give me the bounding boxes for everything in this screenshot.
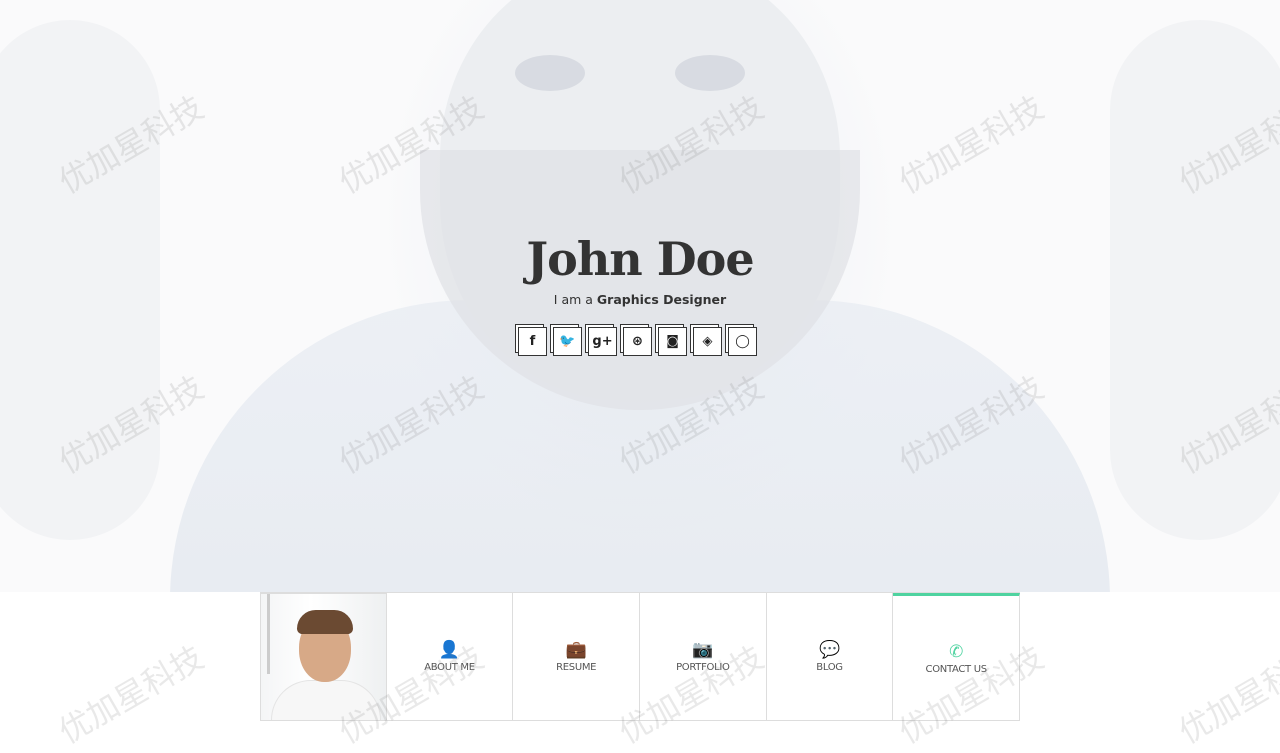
github-icon: ◯: [735, 334, 750, 349]
nav-item-label: CONTACT US: [925, 663, 988, 675]
twitter-link[interactable]: 🐦: [553, 327, 582, 356]
twitter-icon: 🐦: [559, 334, 576, 349]
watermark: 优加星科技: [52, 638, 210, 752]
nav-item-label: BLOG: [816, 662, 843, 673]
instagram-icon: ◙: [666, 334, 679, 349]
profile-photo: [260, 593, 387, 721]
facebook-icon: f: [529, 334, 536, 349]
github-link[interactable]: ◯: [728, 327, 757, 356]
google-plus-icon: g+: [592, 334, 613, 349]
hero-tagline: I am a Graphics Designer: [553, 292, 727, 307]
camera-icon: 📷: [692, 640, 714, 660]
main-nav: 👤 ABOUT ME 💼 RESUME 📷 PORTFOLIO 💬 BLOG ✆ CONTACT …: [260, 592, 1021, 721]
hero-role: Graphics Designer: [596, 292, 727, 307]
codepen-link[interactable]: ◈: [693, 327, 722, 356]
nav-item-label: ABOUT ME: [424, 662, 475, 673]
background-photo-eye: [515, 55, 585, 91]
instagram-link[interactable]: ◙: [658, 327, 687, 356]
user-icon: 👤: [438, 640, 461, 660]
nav-item-resume[interactable]: 💼 RESUME: [513, 593, 641, 721]
facebook-link[interactable]: f: [518, 327, 547, 356]
codepen-icon: ◈: [702, 334, 713, 349]
background-photo-eye: [675, 55, 745, 91]
comments-icon: 💬: [818, 640, 841, 660]
dribbble-link[interactable]: ⊛: [623, 327, 652, 356]
dribbble-icon: ⊛: [632, 334, 643, 349]
watermark: 优加星科技: [1172, 638, 1280, 752]
hero-name: John Doe: [526, 232, 754, 286]
phone-icon: ✆: [949, 641, 964, 662]
nav-item-portfolio[interactable]: 📷 PORTFOLIO: [640, 593, 767, 721]
nav-item-contact-us[interactable]: ✆ CONTACT US: [893, 593, 1021, 721]
nav-item-label: PORTFOLIO: [676, 662, 730, 673]
social-links: f 🐦 g+ ⊛ ◙ ◈ ◯: [518, 327, 757, 356]
nav-item-about-me[interactable]: 👤 ABOUT ME: [386, 593, 514, 721]
nav-item-blog[interactable]: 💬 BLOG: [766, 593, 894, 721]
briefcase-icon: 💼: [565, 640, 587, 660]
nav-item-label: RESUME: [556, 662, 597, 673]
google-plus-link[interactable]: g+: [588, 327, 617, 356]
